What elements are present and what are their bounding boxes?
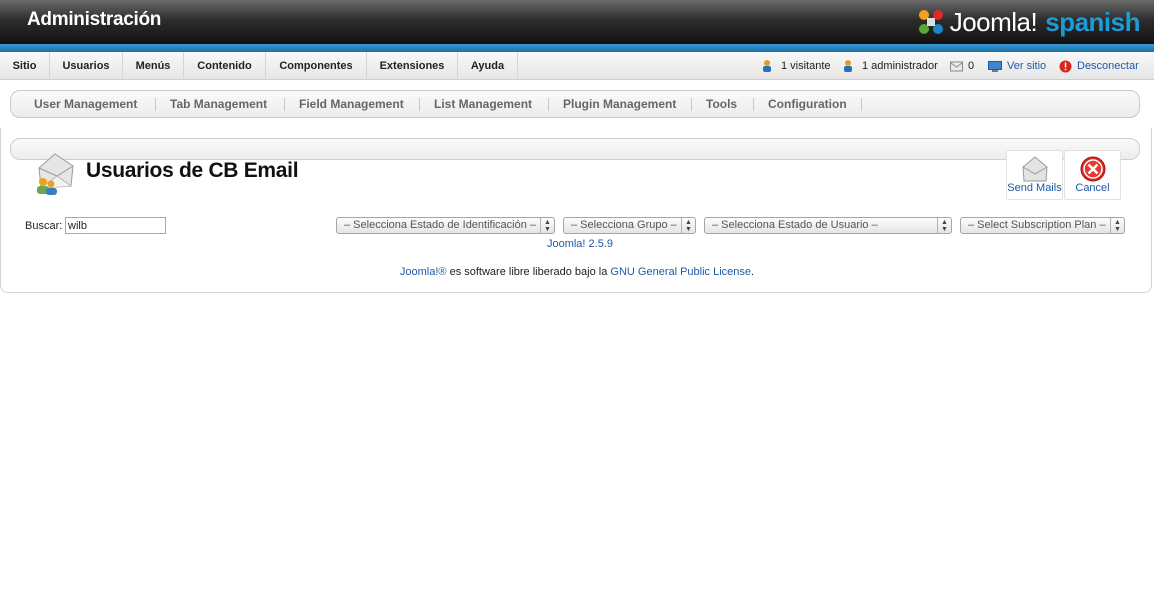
select-arrows-icon: ▲ ▼	[540, 218, 554, 233]
header-blue-strip	[0, 44, 1154, 52]
mail-users-icon	[37, 153, 74, 195]
admins-status: 1 administrador	[843, 52, 938, 80]
logout-link[interactable]: Desconectar	[1059, 52, 1139, 80]
submenu-divider	[155, 98, 156, 111]
login-state-value: – Selecciona Estado de Identificación –	[344, 219, 537, 231]
footer-text: es software libre liberado bajo la	[446, 266, 611, 278]
visitors-count: 1 visitante	[781, 60, 831, 72]
message-bar	[10, 138, 1140, 160]
submenu-tools[interactable]: Tools	[706, 91, 737, 117]
submenu-field-management[interactable]: Field Management	[299, 91, 404, 117]
messages-status[interactable]: 0	[950, 52, 974, 80]
messages-count: 0	[968, 60, 975, 72]
subscription-select[interactable]: – Select Subscription Plan – ▲ ▼	[960, 217, 1125, 234]
cb-submenu: User Management Tab Management Field Man…	[10, 90, 1140, 118]
select-arrows-icon: ▲ ▼	[681, 218, 695, 233]
select-arrows-icon: ▲ ▼	[937, 218, 951, 233]
menu-contenido[interactable]: Contenido	[184, 52, 266, 80]
user-state-value: – Selecciona Estado de Usuario –	[712, 219, 878, 231]
submenu-divider	[753, 98, 754, 111]
menu-usuarios[interactable]: Usuarios	[50, 52, 123, 80]
joomla-logo: Joomla! spanish	[916, 5, 1140, 39]
submenu-divider	[419, 98, 420, 111]
visitors-status: 1 visitante	[762, 52, 831, 80]
submenu-user-management[interactable]: User Management	[34, 91, 137, 117]
submenu-divider	[691, 98, 692, 111]
login-state-select[interactable]: – Selecciona Estado de Identificación – …	[336, 217, 555, 234]
select-arrows-icon: ▲ ▼	[1110, 218, 1124, 233]
search-input[interactable]	[65, 217, 166, 234]
admin-icon	[844, 60, 852, 72]
submenu-list-management[interactable]: List Management	[434, 91, 532, 117]
joomla-mark-icon	[918, 10, 943, 34]
menu-extensiones[interactable]: Extensiones	[367, 52, 458, 80]
submenu-plugin-management[interactable]: Plugin Management	[563, 91, 676, 117]
group-value: – Selecciona Grupo –	[571, 219, 677, 231]
cancel-button[interactable]: Cancel	[1064, 150, 1121, 200]
submenu-configuration[interactable]: Configuration	[768, 91, 847, 117]
view-site-link[interactable]: Ver sitio	[988, 52, 1046, 80]
submenu-divider	[861, 98, 862, 111]
logo-spanish: spanish	[1045, 6, 1140, 37]
submenu-tab-management[interactable]: Tab Management	[170, 91, 267, 117]
monitor-icon	[988, 60, 1002, 72]
admins-count: 1 administrador	[862, 60, 938, 72]
user-state-select[interactable]: – Selecciona Estado de Usuario – ▲ ▼	[704, 217, 952, 234]
search-label: Buscar:	[25, 220, 63, 232]
cancel-icon	[1080, 156, 1105, 182]
menu-ayuda[interactable]: Ayuda	[458, 52, 518, 80]
message-icon	[950, 61, 963, 72]
logout-label: Desconectar	[1077, 60, 1139, 72]
logo-word: Joomla!	[949, 6, 1038, 37]
footer-license-link[interactable]: GNU General Public License	[610, 266, 751, 278]
admin-header: Administración Joomla! spanish	[0, 0, 1154, 44]
send-mails-button[interactable]: Send Mails	[1006, 150, 1063, 200]
submenu-divider	[548, 98, 549, 111]
menu-menus[interactable]: Menús	[123, 52, 184, 80]
page-title: Usuarios de CB Email	[86, 159, 299, 182]
header-title: Administración	[27, 9, 162, 30]
footer: Joomla!® es software libre liberado bajo…	[0, 266, 1154, 278]
footer-end: .	[751, 266, 755, 278]
page: Administración Joomla! spanish Sitio Usu…	[0, 0, 1154, 597]
menu-componentes[interactable]: Componentes	[266, 52, 367, 80]
subscription-value: – Select Subscription Plan –	[968, 219, 1106, 231]
group-select[interactable]: – Selecciona Grupo – ▲ ▼	[563, 217, 696, 234]
footer-joomla-link[interactable]: Joomla!®	[400, 266, 447, 278]
main-menubar: Sitio Usuarios Menús Contenido Component…	[0, 52, 1154, 80]
visitor-icon	[763, 60, 771, 72]
submenu-divider	[284, 98, 285, 111]
view-site-label: Ver sitio	[1007, 60, 1047, 72]
power-icon	[1059, 60, 1072, 72]
version-text: Joomla! 2.5.9	[546, 238, 614, 250]
send-mails-label: Send Mails	[1007, 182, 1062, 194]
cancel-label: Cancel	[1075, 182, 1110, 194]
menu-sitio[interactable]: Sitio	[0, 52, 50, 80]
envelope-icon	[1021, 156, 1048, 182]
